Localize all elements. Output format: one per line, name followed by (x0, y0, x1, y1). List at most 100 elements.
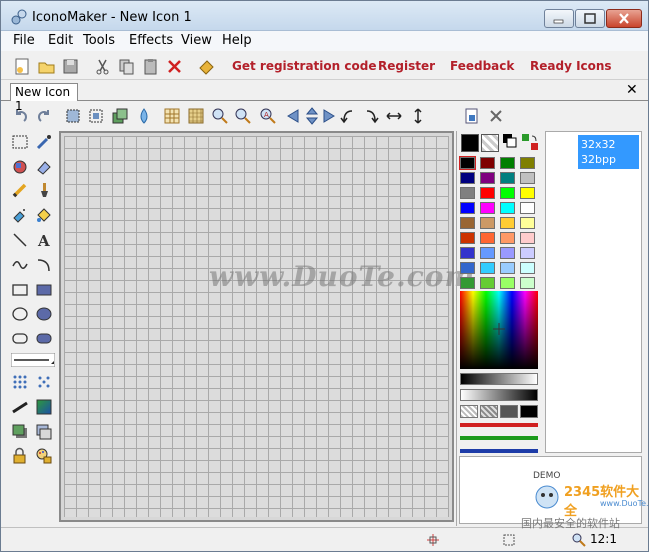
eraser-icon[interactable] (35, 158, 53, 176)
palette-swatch[interactable] (500, 277, 515, 289)
swap-colors-icon[interactable] (521, 133, 539, 151)
palette-swatch[interactable] (480, 172, 495, 184)
palette-swatch[interactable] (480, 277, 495, 289)
outline-effect-icon[interactable] (35, 423, 53, 441)
shift-left-icon[interactable] (285, 107, 303, 125)
zoom-in-icon[interactable] (211, 107, 229, 125)
palette-swatch[interactable] (520, 172, 535, 184)
palette-swatch[interactable] (480, 262, 495, 274)
delete-format-icon[interactable] (487, 107, 505, 125)
palette-swatch[interactable] (500, 187, 515, 199)
palette-swatch[interactable] (460, 187, 475, 199)
close-tab-icon[interactable]: ✕ (626, 83, 638, 97)
red-channel-slider[interactable] (460, 423, 538, 427)
color-picker-icon[interactable] (35, 133, 53, 151)
save-icon[interactable] (61, 57, 80, 76)
zoom-actual-icon[interactable]: A (259, 107, 277, 125)
dense-pattern-icon[interactable] (11, 373, 29, 391)
format-item-selected[interactable]: 32x32 32bpp (578, 135, 639, 169)
filled-rectangle-tool-icon[interactable] (35, 281, 53, 299)
palette-swatch[interactable] (480, 232, 495, 244)
line-width-selector[interactable] (11, 353, 55, 367)
pattern-medium[interactable] (480, 405, 498, 418)
registration-key-icon[interactable] (197, 57, 216, 76)
register-link[interactable]: Register (378, 59, 435, 73)
palette-swatch[interactable] (520, 217, 535, 229)
palette-swatch[interactable] (500, 262, 515, 274)
palette-swatch[interactable] (460, 277, 475, 289)
flip-horizontal-icon[interactable] (385, 107, 403, 125)
crop-selection-icon[interactable] (87, 107, 105, 125)
undo-icon[interactable] (12, 107, 30, 125)
sparse-pattern-icon[interactable] (35, 373, 53, 391)
rotate-right-icon[interactable] (362, 107, 380, 125)
palette-swatch[interactable] (500, 172, 515, 184)
close-button[interactable] (606, 9, 642, 28)
palette-swatch[interactable] (500, 232, 515, 244)
palette-swatch[interactable] (500, 157, 515, 169)
pattern-black[interactable] (520, 405, 538, 418)
pencil-icon[interactable] (11, 181, 29, 199)
brush-icon[interactable] (35, 181, 53, 199)
palette-swatch[interactable] (520, 157, 535, 169)
brightness-slider[interactable] (460, 373, 538, 385)
palette-swatch[interactable] (500, 217, 515, 229)
palette-swatch[interactable] (520, 232, 535, 244)
curve-tool-icon[interactable] (11, 256, 29, 274)
palette-swatch[interactable] (520, 277, 535, 289)
palette-swatch[interactable] (460, 217, 475, 229)
menu-view[interactable]: View (181, 33, 212, 48)
zoom-out-icon[interactable] (234, 107, 252, 125)
rect-select-icon[interactable] (11, 133, 29, 151)
palette-swatch[interactable] (460, 172, 475, 184)
palette-swatch[interactable] (520, 187, 535, 199)
color-spectrum-picker[interactable] (460, 291, 538, 369)
open-folder-icon[interactable] (37, 57, 56, 76)
shift-right-icon[interactable] (319, 107, 337, 125)
filled-ellipse-tool-icon[interactable] (35, 305, 53, 323)
darkness-slider[interactable] (460, 389, 538, 401)
ready-icons-link[interactable]: Ready Icons (530, 59, 612, 73)
feedback-link[interactable]: Feedback (450, 59, 514, 73)
menu-file[interactable]: File (13, 33, 35, 48)
transparency-drop-icon[interactable] (135, 107, 153, 125)
get-registration-code-link[interactable]: Get registration code (232, 59, 376, 73)
palette-swatch[interactable] (480, 202, 495, 214)
color-replace-icon[interactable] (11, 158, 29, 176)
transparent-color-swatch[interactable] (481, 134, 499, 152)
palette-swatch[interactable] (459, 156, 476, 170)
line-tool-icon[interactable] (11, 231, 29, 249)
lock-icon[interactable] (11, 447, 29, 465)
menu-effects[interactable]: Effects (129, 33, 173, 48)
rounded-rect-tool-icon[interactable] (11, 329, 29, 347)
layers-icon[interactable] (111, 107, 129, 125)
palette-swatch[interactable] (480, 157, 495, 169)
palette-swatch[interactable] (520, 202, 535, 214)
filled-rounded-rect-tool-icon[interactable] (35, 329, 53, 347)
inverse-color-icon[interactable] (503, 134, 517, 148)
palette-lock-icon[interactable] (35, 447, 53, 465)
gradient-fill-icon[interactable] (35, 398, 53, 416)
icon-editing-canvas[interactable]: www.DuoTe.com (59, 131, 474, 522)
rectangle-tool-icon[interactable] (11, 281, 29, 299)
palette-swatch[interactable] (460, 202, 475, 214)
menu-help[interactable]: Help (222, 33, 252, 48)
palette-swatch[interactable] (460, 247, 475, 259)
maximize-button[interactable] (575, 9, 605, 28)
palette-swatch[interactable] (500, 247, 515, 259)
palette-swatch[interactable] (500, 202, 515, 214)
airbrush-icon[interactable] (11, 206, 29, 224)
text-tool-icon[interactable]: A (35, 231, 53, 249)
palette-swatch[interactable] (520, 262, 535, 274)
redo-icon[interactable] (35, 107, 53, 125)
palette-swatch[interactable] (480, 217, 495, 229)
minimize-button[interactable] (544, 9, 574, 28)
rotate-left-icon[interactable] (339, 107, 357, 125)
menu-edit[interactable]: Edit (48, 33, 73, 48)
paste-icon[interactable] (141, 57, 160, 76)
copy-icon[interactable] (117, 57, 136, 76)
arc-tool-icon[interactable] (35, 256, 53, 274)
palette-swatch[interactable] (480, 247, 495, 259)
gradient-line-icon[interactable] (11, 398, 29, 416)
shadow-effect-icon[interactable] (11, 423, 29, 441)
